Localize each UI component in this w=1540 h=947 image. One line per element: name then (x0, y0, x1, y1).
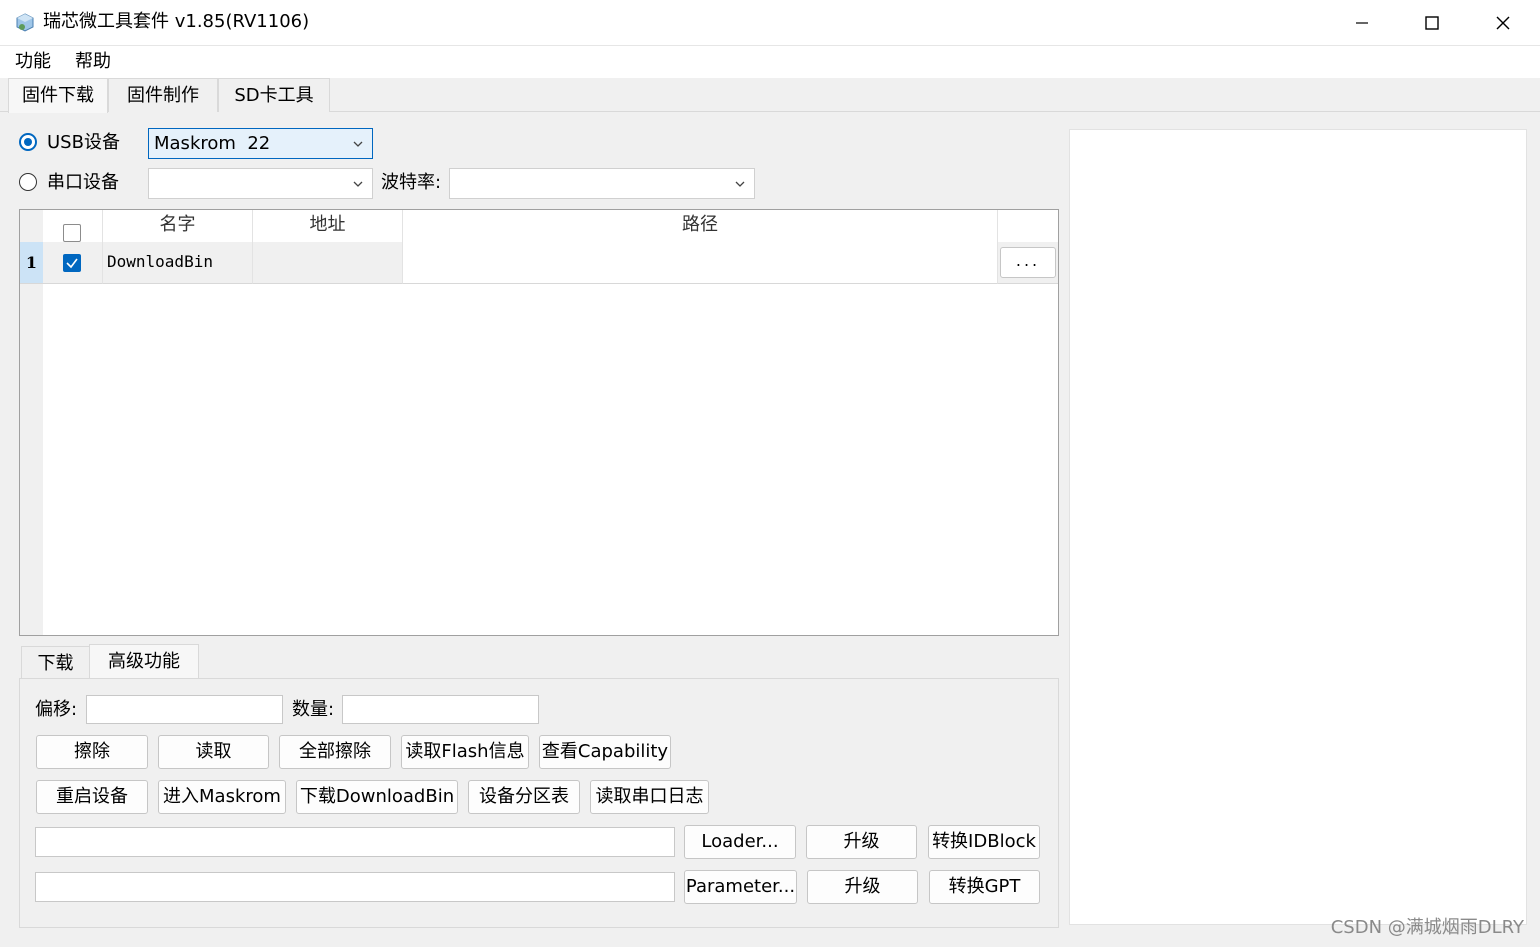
row-name-cell[interactable]: DownloadBin (103, 242, 253, 284)
count-label: 数量: (292, 699, 335, 720)
parameter-upgrade-button[interactable]: 升级 (807, 870, 918, 904)
erase-all-button[interactable]: 全部擦除 (279, 735, 391, 769)
offset-label: 偏移: (35, 699, 78, 720)
usb-device-label: USB设备 (47, 132, 120, 153)
reboot-device-button[interactable]: 重启设备 (36, 780, 148, 814)
column-header-path[interactable]: 路径 (403, 210, 998, 242)
watermark: CSDN @满城烟雨DLRY (1330, 917, 1524, 938)
advanced-panel: 偏移: 数量: 擦除 读取 全部擦除 读取Flash信息 查看Capabilit… (19, 678, 1059, 928)
offset-input[interactable] (86, 695, 283, 724)
read-serial-log-button[interactable]: 读取串口日志 (590, 780, 709, 814)
row-browse-cell: ... (998, 242, 1058, 284)
browse-button[interactable]: ... (1000, 247, 1056, 278)
column-header-name[interactable]: 名字 (103, 210, 253, 242)
close-button[interactable] (1468, 0, 1538, 46)
usb-device-radio[interactable] (19, 133, 37, 151)
parameter-browse-button[interactable]: Parameter... (684, 870, 797, 904)
chevron-down-icon (735, 181, 745, 187)
device-partition-table-button[interactable]: 设备分区表 (468, 780, 580, 814)
maximize-icon (1425, 16, 1439, 30)
download-items-table: 名字 地址 路径 1 DownloadBin ... (19, 209, 1059, 636)
convert-gpt-button[interactable]: 转换GPT (929, 870, 1040, 904)
erase-button[interactable]: 擦除 (36, 735, 148, 769)
table-row-checkbox-cell (43, 242, 103, 284)
app-icon (16, 13, 34, 32)
read-button[interactable]: 读取 (158, 735, 269, 769)
baud-rate-label: 波特率: (381, 172, 442, 193)
loader-browse-button[interactable]: Loader... (684, 825, 796, 859)
usb-device-value: Maskrom 22 (154, 133, 271, 154)
parameter-path-input[interactable] (35, 872, 675, 902)
loader-upgrade-button[interactable]: 升级 (806, 825, 917, 859)
menu-bar: 功能 帮助 (0, 46, 1540, 78)
tab-advanced[interactable]: 高级功能 (89, 644, 199, 680)
checkmark-icon (66, 258, 78, 269)
close-icon (1496, 16, 1510, 30)
serial-device-select[interactable] (148, 168, 373, 199)
menu-help[interactable]: 帮助 (73, 49, 113, 75)
row-path-cell[interactable] (403, 242, 998, 284)
count-input[interactable] (342, 695, 539, 724)
log-panel[interactable] (1069, 129, 1527, 925)
loader-path-input[interactable] (35, 827, 675, 857)
select-all-checkbox[interactable] (63, 224, 81, 242)
serial-device-label: 串口设备 (47, 172, 119, 193)
main-tab-bar: 固件下载 固件制作 SD卡工具 (0, 78, 1540, 113)
menu-function[interactable]: 功能 (13, 49, 53, 75)
baud-rate-select[interactable] (449, 168, 755, 199)
view-capability-button[interactable]: 查看Capability (539, 735, 671, 769)
row-address-cell[interactable] (253, 242, 403, 284)
maximize-button[interactable] (1397, 0, 1467, 46)
chevron-down-icon (353, 181, 363, 187)
minimize-button[interactable] (1327, 0, 1397, 46)
usb-device-select[interactable]: Maskrom 22 (148, 128, 373, 159)
tab-download[interactable]: 下载 (21, 646, 90, 680)
select-all-header (43, 210, 103, 242)
enter-maskrom-button[interactable]: 进入Maskrom (158, 780, 286, 814)
row-index[interactable]: 1 (20, 242, 43, 284)
download-downloadbin-button[interactable]: 下载DownloadBin (296, 780, 458, 814)
read-flash-info-button[interactable]: 读取Flash信息 (401, 735, 529, 769)
convert-idblock-button[interactable]: 转换IDBlock (928, 825, 1040, 859)
title-bar: 瑞芯微工具套件 v1.85(RV1106) (0, 0, 1540, 46)
minimize-icon (1356, 22, 1368, 24)
tab-firmware-download[interactable]: 固件下载 (8, 78, 108, 113)
column-header-browse (998, 210, 1058, 242)
tab-firmware-make[interactable]: 固件制作 (108, 78, 218, 112)
row-checkbox[interactable] (63, 254, 81, 272)
tab-sd-card-tool[interactable]: SD卡工具 (218, 78, 330, 112)
chevron-down-icon (353, 141, 363, 147)
column-header-address[interactable]: 地址 (253, 210, 403, 242)
window-title: 瑞芯微工具套件 v1.85(RV1106) (43, 11, 310, 32)
serial-device-radio[interactable] (19, 173, 37, 191)
